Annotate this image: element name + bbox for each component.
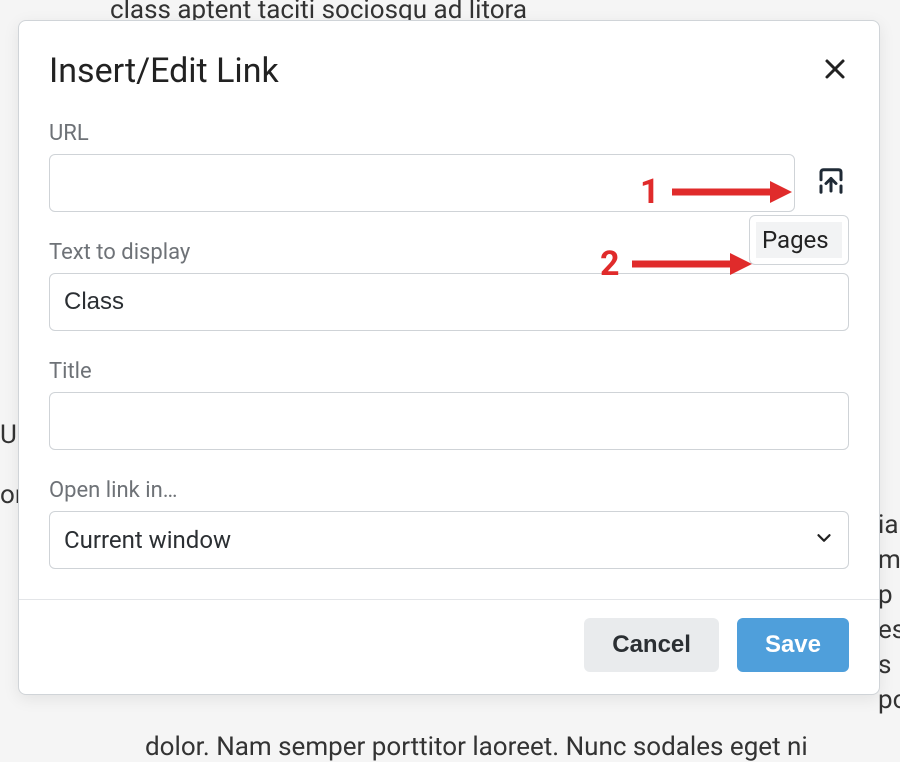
open-link-select[interactable]: Current window bbox=[49, 511, 849, 569]
background-text: U bbox=[0, 420, 17, 450]
title-field-group: Title bbox=[49, 359, 849, 450]
insert-edit-link-dialog: Insert/Edit Link URL bbox=[18, 20, 880, 695]
dialog-header: Insert/Edit Link bbox=[19, 21, 879, 101]
title-label: Title bbox=[49, 359, 849, 384]
open-link-label: Open link in… bbox=[49, 478, 849, 503]
close-icon bbox=[823, 57, 847, 85]
dialog-body: URL P bbox=[19, 101, 879, 599]
open-link-field-group: Open link in… Current window bbox=[49, 478, 849, 569]
dialog-footer: Cancel Save bbox=[19, 599, 879, 694]
background-text: dolor. Nam semper porttitor laoreet. Nun… bbox=[145, 732, 808, 762]
background-text: po bbox=[878, 685, 900, 715]
open-link-value: Current window bbox=[49, 511, 849, 569]
background-text: ia bbox=[878, 510, 898, 540]
background-text: m bbox=[878, 545, 900, 575]
background-text: es bbox=[878, 615, 900, 645]
background-text: s bbox=[878, 650, 891, 680]
background-text: p bbox=[878, 580, 893, 610]
text-field-group: Text to display bbox=[49, 240, 849, 331]
title-input[interactable] bbox=[49, 392, 849, 450]
url-row bbox=[49, 154, 849, 212]
save-button[interactable]: Save bbox=[737, 618, 849, 672]
upload-source-icon bbox=[816, 166, 846, 200]
dialog-title: Insert/Edit Link bbox=[49, 51, 279, 91]
text-to-display-label: Text to display bbox=[49, 240, 849, 265]
url-label: URL bbox=[49, 121, 849, 146]
url-source-button[interactable] bbox=[813, 165, 849, 201]
url-field-group: URL P bbox=[49, 121, 849, 212]
close-button[interactable] bbox=[821, 57, 849, 85]
cancel-button[interactable]: Cancel bbox=[584, 618, 719, 672]
url-input[interactable] bbox=[49, 154, 795, 212]
text-to-display-input[interactable] bbox=[49, 273, 849, 331]
